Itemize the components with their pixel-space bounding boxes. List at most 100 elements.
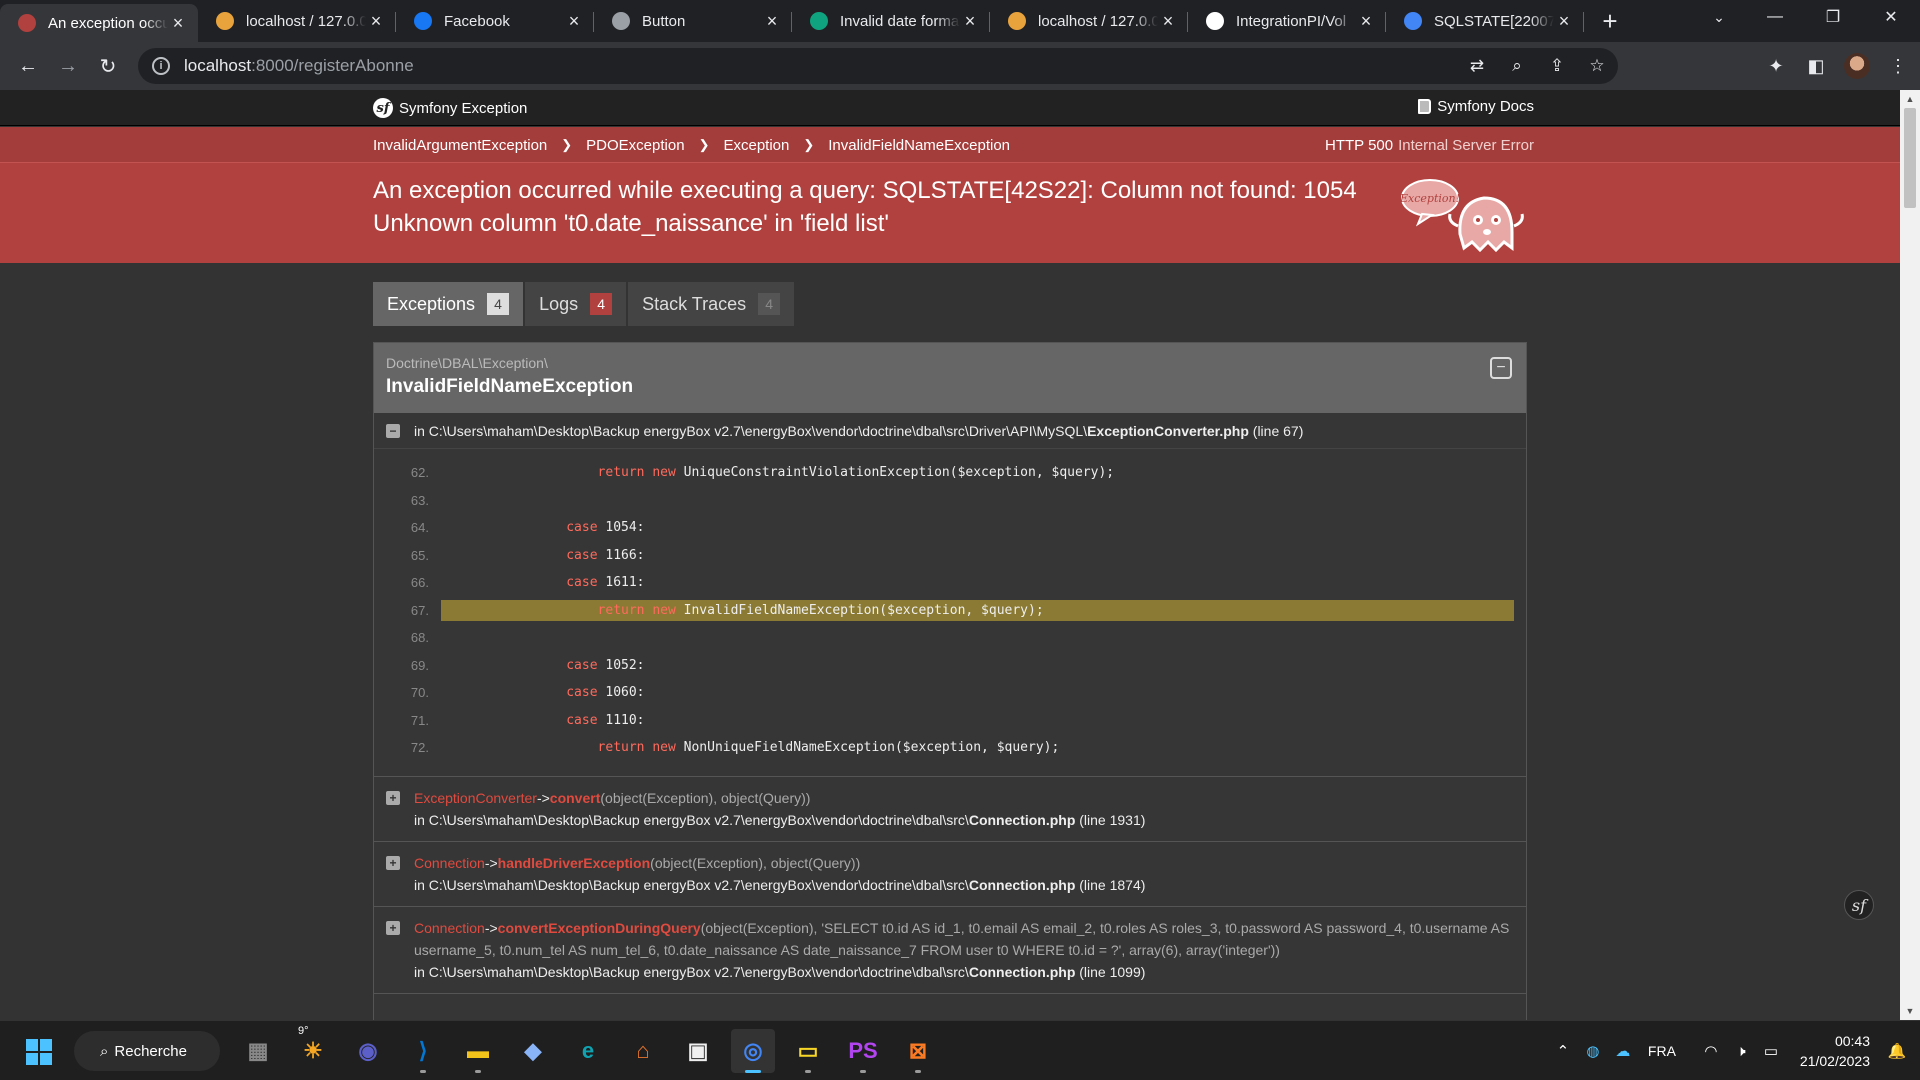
breadcrumb-item[interactable]: InvalidFieldNameException [828, 137, 1010, 154]
extensions-icon[interactable]: ✦ [1764, 56, 1788, 77]
taskbar-app-edge[interactable]: e [566, 1029, 610, 1073]
browser-tab[interactable]: An exception occurred× [0, 4, 198, 42]
close-tab-icon[interactable]: × [762, 11, 782, 32]
taskbar-app-3d-box[interactable]: ◆ [511, 1029, 555, 1073]
collapse-icon[interactable]: − [386, 423, 400, 438]
close-tab-icon[interactable]: × [1356, 11, 1376, 32]
browser-tab-title: SQLSTATE[22007] [1434, 12, 1554, 30]
close-tab-icon[interactable]: × [168, 13, 188, 34]
close-tab-icon[interactable]: × [1158, 11, 1178, 32]
scroll-up-icon[interactable]: ▲ [1900, 90, 1920, 108]
tab-exceptions[interactable]: Exceptions 4 [373, 282, 524, 326]
language-indicator[interactable]: FRA [1648, 1043, 1676, 1059]
taskbar-app-office[interactable]: ⌂ [621, 1029, 665, 1073]
trace-arrow: -> [536, 789, 550, 806]
back-button[interactable]: ← [8, 46, 48, 86]
minimize-button[interactable]: — [1746, 0, 1804, 34]
trace-file-path: in C:\Users\maham\Desktop\Backup energyB… [414, 422, 1088, 439]
trace-args: (object(Exception), object(Query)) [600, 789, 811, 806]
trace-function: handleDriverException [497, 854, 651, 871]
expand-icon[interactable]: + [386, 920, 400, 935]
http-status: HTTP 500 Internal Server Error [1325, 127, 1534, 163]
forward-button[interactable]: → [48, 46, 88, 86]
taskbar-app-sticky-notes[interactable]: ▭ [786, 1029, 830, 1073]
breadcrumb-item[interactable]: PDOException [586, 137, 684, 154]
code-line: 68. [386, 624, 1514, 652]
symfony-docs-link[interactable]: Symfony Docs [1418, 98, 1534, 115]
code-rest: 1110: [605, 712, 645, 728]
bookmark-star-icon[interactable]: ☆ [1586, 56, 1608, 76]
taskbar-app-teams-chat[interactable]: ◉ [346, 1029, 390, 1073]
browser-tab-title: Facebook [444, 12, 510, 30]
taskbar-app-file-explorer[interactable]: ▬ [456, 1029, 500, 1073]
battery-icon[interactable]: ▭ [1756, 1042, 1786, 1060]
taskbar-search[interactable]: ⌕ Recherche [74, 1031, 220, 1071]
reload-button[interactable]: ↻ [88, 46, 128, 86]
close-tab-icon[interactable]: × [1554, 11, 1574, 32]
tab-stack-traces[interactable]: Stack Traces 4 [628, 282, 795, 326]
new-tab-button[interactable]: + [1590, 4, 1630, 38]
taskbar-app-chrome[interactable]: ◎ [731, 1029, 775, 1073]
code-text: case 1110: [441, 710, 1514, 731]
onedrive-icon[interactable]: ☁ [1608, 1042, 1638, 1060]
page-scrollbar[interactable]: ▲ ▼ [1900, 90, 1920, 1020]
volume-muted-icon[interactable]: 🕨 [1726, 1043, 1756, 1060]
expand-icon[interactable]: + [386, 790, 400, 805]
line-number: 68. [410, 630, 429, 646]
close-tab-icon[interactable]: × [960, 11, 980, 32]
google-icon [1404, 12, 1422, 30]
symfony-header: sf Symfony Exception Symfony Docs [0, 90, 1900, 126]
stack-trace-item[interactable]: + Connection->handleDriverException(objec… [374, 842, 1526, 907]
start-button[interactable] [26, 1039, 52, 1065]
site-info-icon[interactable]: i [152, 57, 170, 75]
taskbar-app-phpstorm[interactable]: PS [841, 1029, 885, 1073]
tab-count-badge: 4 [590, 293, 613, 315]
symfony-brand: sf Symfony Exception [373, 98, 527, 118]
scrollbar-thumb[interactable] [1904, 108, 1916, 208]
browser-tab[interactable]: Button × [594, 4, 792, 38]
stack-trace-item[interactable]: + ExceptionConverter->convert(object(Exce… [374, 777, 1526, 842]
browser-tab[interactable]: SQLSTATE[22007] × [1386, 4, 1584, 38]
taskbar-app-vscode[interactable]: ⟩ [401, 1029, 445, 1073]
close-tab-icon[interactable]: × [366, 11, 386, 32]
tray-chevron-icon[interactable]: ⌃ [1548, 1042, 1578, 1060]
browser-tab[interactable]: localhost / 127.0.0.1× [990, 4, 1188, 38]
profile-avatar[interactable] [1844, 53, 1870, 79]
browser-tab[interactable]: localhost / 127.0.0.1× [198, 4, 396, 38]
taskbar-app-task-view[interactable]: ▦ [236, 1029, 280, 1073]
scroll-down-icon[interactable]: ▼ [1900, 1002, 1920, 1020]
trace-file-line[interactable]: − in C:\Users\maham\Desktop\Backup energ… [374, 413, 1526, 449]
wifi-icon[interactable]: ◠ [1696, 1042, 1726, 1060]
expand-icon[interactable]: + [386, 855, 400, 870]
trace-class: Connection [414, 854, 485, 871]
weather-temp: 9° [298, 1025, 309, 1037]
browser-tab[interactable]: Invalid date format × [792, 4, 990, 38]
line-number: 67. [410, 602, 429, 618]
code-line: 65. case 1166: [386, 542, 1514, 570]
taskbar-clock[interactable]: 00:43 21/02/2023 [1800, 1031, 1870, 1071]
close-window-button[interactable]: ✕ [1862, 0, 1920, 34]
side-panel-icon[interactable]: ◧ [1804, 56, 1828, 77]
menu-icon[interactable]: ⋮ [1886, 56, 1910, 77]
tab-search-button[interactable]: ⌄ [1694, 0, 1744, 34]
trace-arrow: -> [484, 854, 498, 871]
breadcrumb-item[interactable]: InvalidArgumentException [373, 137, 547, 154]
collapse-toggle-icon[interactable]: − [1490, 357, 1512, 379]
translate-icon[interactable]: ⇄ [1466, 56, 1488, 76]
taskbar-app-xampp[interactable]: ⊠ [896, 1029, 940, 1073]
share-icon[interactable]: ⇪ [1546, 56, 1568, 76]
zoom-icon[interactable]: ⌕ [1506, 56, 1528, 76]
tab-logs[interactable]: Logs 4 [525, 282, 627, 326]
restore-button[interactable]: ❐ [1804, 0, 1862, 34]
breadcrumb-item[interactable]: Exception [723, 137, 789, 154]
stack-trace-item[interactable]: + Connection->convertExceptionDuringQuery… [374, 907, 1526, 994]
close-tab-icon[interactable]: × [564, 11, 584, 32]
taskbar-app-store[interactable]: ▣ [676, 1029, 720, 1073]
symfony-toolbar-toggle[interactable]: sf [1844, 890, 1874, 920]
browser-tab[interactable]: IntegrationPI/Vol × [1188, 4, 1386, 38]
address-bar[interactable]: i localhost :8000/registerAbonne ⇄ ⌕ ⇪ ☆ [138, 48, 1618, 84]
tray-app-icon[interactable]: ◍ [1578, 1042, 1608, 1060]
browser-tab[interactable]: Facebook × [396, 4, 594, 38]
notifications-icon[interactable]: 🔔 [1882, 1042, 1912, 1060]
